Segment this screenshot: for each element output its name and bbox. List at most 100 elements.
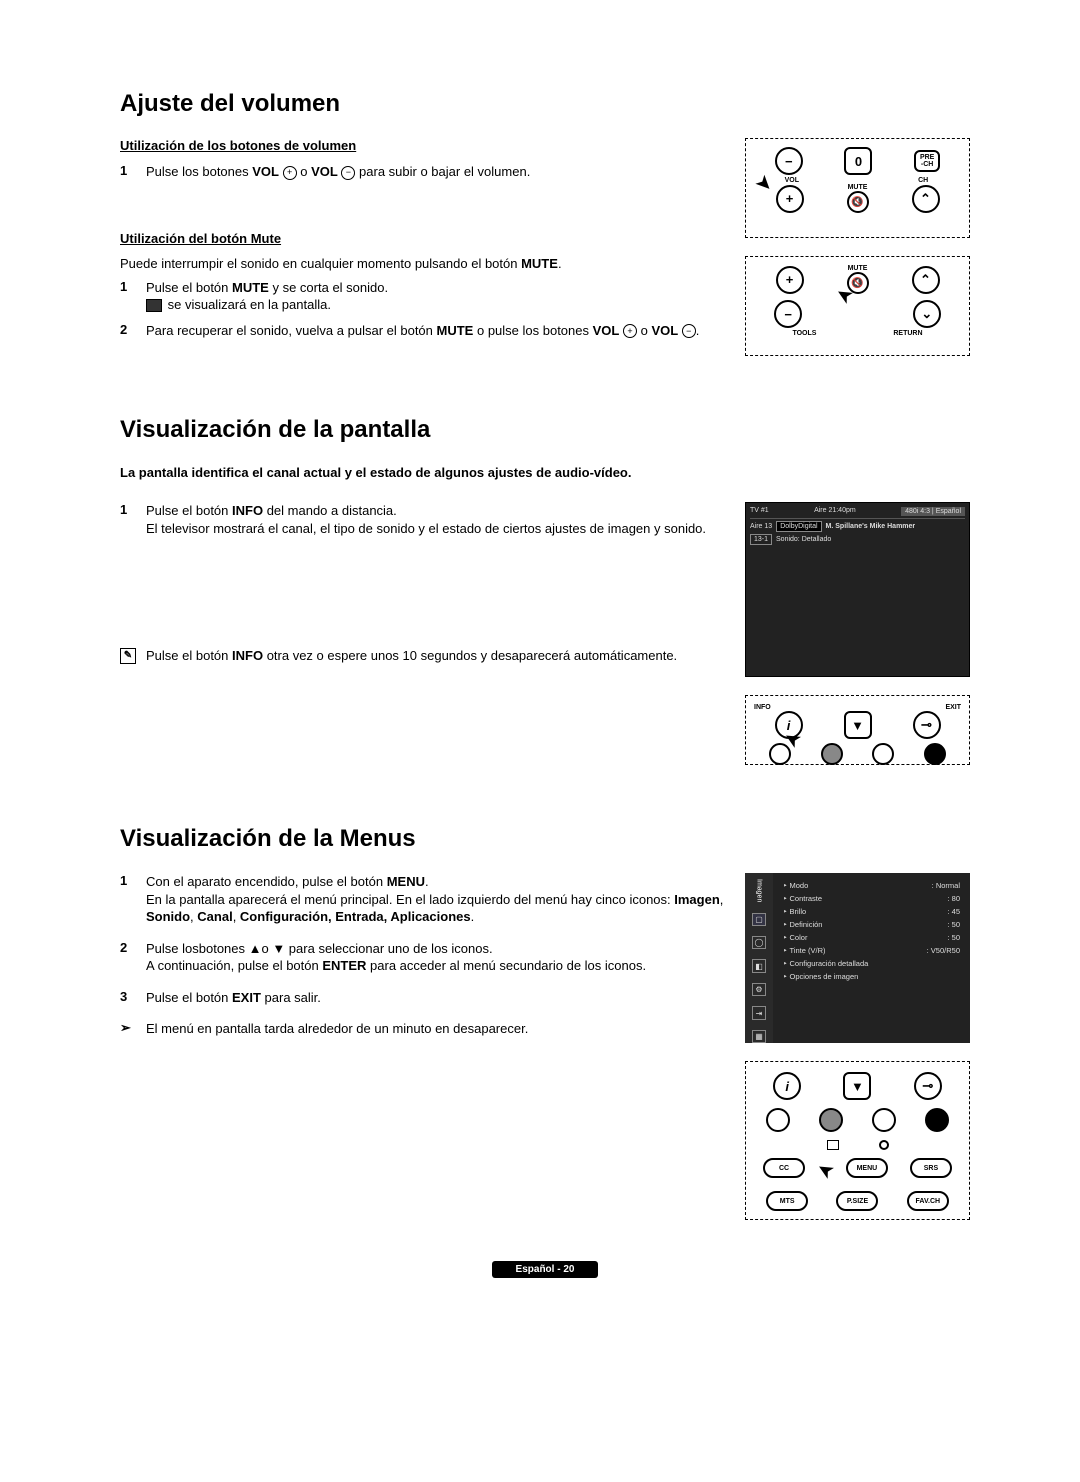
step-body: Pulse el botón INFO otra vez o espere un… (146, 647, 725, 665)
note-icon: ✎ (120, 647, 134, 665)
vol-up-button[interactable]: + (776, 185, 804, 213)
info-label: INFO (754, 704, 771, 711)
menu-icon-input: ⇥ (752, 1006, 766, 1019)
menu-icon-picture: ▢ (752, 913, 766, 926)
mute-osd-icon (146, 299, 162, 312)
tv-info-screen: TV #1 Aire 21:40pm 480i 4:3 | Español Ai… (745, 502, 970, 677)
tv-time: Aire 21:40pm (814, 507, 856, 516)
exit-button[interactable]: ⊸ (914, 1072, 942, 1100)
color-button-blue[interactable] (924, 743, 946, 765)
tv-source: TV #1 (750, 507, 769, 516)
menu-item[interactable]: Modo: Normal (783, 879, 960, 892)
remote-mute-snippet: + MUTE 🔇 ⌃ ➤ − ⌄ TOOLS RETURN (745, 256, 970, 356)
step-num: 1 (120, 502, 134, 537)
color-button-red[interactable] (766, 1108, 790, 1132)
minus-icon: − (341, 166, 355, 180)
step-body: Pulse los botones VOL + o VOL − para sub… (146, 163, 725, 181)
menu-item[interactable]: Brillo: 45 (783, 905, 960, 918)
step-body: Con el aparato encendido, pulse el botón… (146, 873, 725, 926)
section2-title: Visualización de la pantalla (120, 416, 970, 444)
menu-icon-apps: ▦ (752, 1030, 766, 1043)
mute-label: MUTE (848, 265, 868, 272)
ch-up-button[interactable]: ⌃ (912, 266, 940, 294)
page-number: Español - 20 (492, 1261, 599, 1278)
color-button-red[interactable] (769, 743, 791, 765)
plus-icon: + (283, 166, 297, 180)
return-label: RETURN (893, 330, 922, 337)
page-footer: Español - 20 (120, 1260, 970, 1278)
tv-air-label: Aire 13 (750, 523, 772, 530)
remote-menu-snippet: i ▼ ⊸ CC ➤ MENU SRS MTS P. (745, 1061, 970, 1220)
step-body: El menú en pantalla tarda alrededor de u… (146, 1020, 725, 1038)
step-num: 2 (120, 322, 134, 340)
rec-icon (879, 1140, 889, 1150)
step-num: 1 (120, 873, 134, 926)
menu-side-label: Imagen (756, 879, 763, 902)
step-num: 1 (120, 279, 134, 314)
section3-title: Visualización de la Menus (120, 825, 970, 853)
info-button[interactable]: i (773, 1072, 801, 1100)
pre-ch-button[interactable]: PRE -CH (914, 150, 940, 172)
srs-button[interactable]: SRS (910, 1158, 952, 1178)
menu-icon-channel: ◧ (752, 959, 766, 972)
sub-vol-buttons: Utilización de los botones de volumen (120, 138, 725, 153)
tools-label: TOOLS (792, 330, 816, 337)
menu-item[interactable]: Color: 50 (783, 931, 960, 944)
nav-down-button[interactable]: ▼ (843, 1072, 871, 1100)
color-button-yellow[interactable] (872, 743, 894, 765)
plus-icon: + (623, 324, 637, 338)
mute-label: MUTE (848, 184, 868, 191)
ch-down-button[interactable]: ⌄ (913, 300, 941, 328)
step-body: Pulse el botón MUTE y se corta el sonido… (146, 279, 725, 314)
nav-down-button[interactable]: ▼ (844, 711, 872, 739)
vol-down-button[interactable]: − (775, 147, 803, 175)
menu-item[interactable]: Definición: 50 (783, 918, 960, 931)
color-button-green[interactable] (819, 1108, 843, 1132)
cc-button[interactable]: CC (763, 1158, 805, 1178)
step-body: Pulse el botón INFO del mando a distanci… (146, 502, 725, 537)
arrow-indicator-icon: ➤ (812, 1156, 839, 1186)
menu-icon-sound: ◯ (752, 936, 766, 949)
vol-down-button[interactable]: − (774, 300, 802, 328)
remote-vol-snippet: ➤ − 0 PRE -CH VOL CH + MUTE 🔇 ⌃ (745, 138, 970, 238)
step-body: Pulse losbotones ▲o ▼ para seleccionar u… (146, 940, 725, 975)
minus-icon: − (682, 324, 696, 338)
mute-button[interactable]: 🔇 (847, 191, 869, 213)
psize-button[interactable]: P.SIZE (836, 1191, 878, 1211)
menu-item[interactable]: Configuración detallada (783, 957, 960, 970)
menu-item[interactable]: Opciones de imagen (783, 970, 960, 983)
remote-info-snippet: INFO EXIT ➤ i ▼ ⊸ (745, 695, 970, 765)
exit-button[interactable]: ⊸ (913, 711, 941, 739)
section2-lead: La pantalla identifica el canal actual y… (120, 464, 970, 482)
exit-label: EXIT (945, 704, 961, 711)
tv-channel-num: 13-1 (750, 534, 772, 545)
step-body: Para recuperar el sonido, vuelva a pulsa… (146, 322, 725, 340)
ch-up-button[interactable]: ⌃ (912, 185, 940, 213)
tv-program: M. Spillane's Mike Hammer (826, 523, 916, 530)
color-button-green[interactable] (821, 743, 843, 765)
step-body: Pulse el botón EXIT para salir. (146, 989, 725, 1007)
menu-item[interactable]: Contraste: 80 (783, 892, 960, 905)
misc-icon (827, 1140, 839, 1150)
tv-dolby: DolbyDigital (776, 521, 821, 532)
bullet-arrow-icon: ➢ (120, 1020, 134, 1038)
menu-button[interactable]: MENU (846, 1158, 888, 1178)
num-0-button[interactable]: 0 (844, 147, 872, 175)
mute-intro: Puede interrumpir el sonido en cualquier… (120, 256, 725, 271)
color-button-blue[interactable] (925, 1108, 949, 1132)
vol-up-button[interactable]: + (776, 266, 804, 294)
step-num: 1 (120, 163, 134, 181)
sub-mute: Utilización del botón Mute (120, 231, 725, 246)
mts-button[interactable]: MTS (766, 1191, 808, 1211)
menu-screen: Imagen ▢ ◯ ◧ ⚙ ⇥ ▦ Modo: NormalContraste… (745, 873, 970, 1043)
favch-button[interactable]: FAV.CH (907, 1191, 949, 1211)
vol-label: VOL (767, 177, 817, 184)
section1-title: Ajuste del volumen (120, 90, 970, 118)
ch-label: CH (898, 177, 948, 184)
color-button-yellow[interactable] (872, 1108, 896, 1132)
step-num: 2 (120, 940, 134, 975)
tv-status: 480i 4:3 | Español (901, 507, 965, 516)
tv-sound-mode: Sonido: Detallado (776, 536, 831, 543)
menu-item[interactable]: Tinte (V/R): V50/R50 (783, 944, 960, 957)
menu-icon-setup: ⚙ (752, 983, 766, 996)
